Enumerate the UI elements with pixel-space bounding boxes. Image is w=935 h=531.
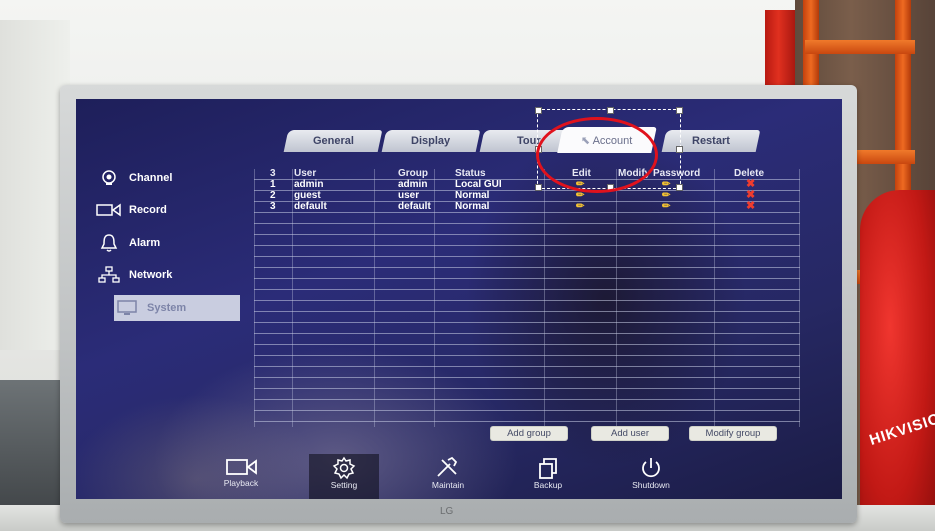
dock-item-playback[interactable]: Playback [206,454,276,499]
modify-password-pencil-icon[interactable]: ✏ [662,201,670,212]
sidebar-item-label: Network [129,269,173,281]
delete-x-icon[interactable]: ✖ [746,201,755,212]
account-table: 3 User Group Status Edit Modify Password… [254,168,800,437]
empty-row [254,290,800,301]
sidebar-item-alarm[interactable]: Alarm [96,230,246,256]
dock-label: Playback [223,478,259,488]
empty-row [254,312,800,323]
add-group-button[interactable]: Add group [491,427,567,440]
video-record-icon [96,203,122,217]
sidebar-item-record[interactable]: Record [96,197,246,223]
empty-row [254,257,800,268]
empty-row [254,224,800,235]
selection-handle[interactable] [676,184,683,191]
row-status: Normal [455,201,490,212]
highlight-ellipse [536,117,658,193]
row-number: 2 [270,190,276,201]
row-user: default [294,201,327,212]
empty-row [254,334,800,345]
table-header: 3 User Group Status Edit Modify Password… [254,168,800,180]
empty-row [254,301,800,312]
playback-camera-icon [226,459,257,475]
sidebar-item-channel[interactable]: Channel [96,165,246,191]
tab-label: Restart [692,135,730,147]
row-number: 1 [270,179,276,190]
selection-handle[interactable] [535,107,542,114]
dock-item-shutdown[interactable]: Shutdown [616,454,686,499]
tv-logo: LG [440,506,454,517]
backup-icon [539,458,557,479]
empty-row [254,279,800,290]
table-row[interactable]: 2 guest user Normal ✏ ✏ ✖ [254,190,800,202]
tab-label: General [312,135,354,147]
sidebar-item-network[interactable]: Network [96,262,246,288]
sidebar-item-system[interactable]: System [114,295,240,321]
dock-label: Shutdown [632,480,670,490]
ladder-rung [805,40,915,54]
monitor-icon [114,300,140,316]
dock-label: Setting [330,480,358,490]
empty-row [254,345,800,356]
column-header-status: Status [455,168,486,179]
row-user: guest [294,190,321,201]
sidebar-item-label: Record [129,204,167,216]
dvr-screen: Channel Record Alarm Network System Gene… [76,99,842,499]
tab-general[interactable]: General [283,130,383,152]
empty-row [254,389,800,400]
empty-row [254,323,800,334]
empty-row [254,400,800,411]
dock-label: Backup [533,480,563,490]
modify-group-button[interactable]: Modify group [690,427,776,440]
selection-handle[interactable] [676,146,683,153]
empty-row [254,367,800,378]
tab-display[interactable]: Display [381,130,481,152]
row-number: 3 [270,201,276,212]
bell-icon [96,233,122,253]
table-row[interactable]: 1 admin admin Local GUI ✏ ✏ ✖ [254,179,800,191]
row-group: user [398,190,420,201]
bottom-dock: Playback Setting Maintain Backup Shutdow… [206,454,726,499]
selection-handle[interactable] [676,107,683,114]
empty-row [254,411,800,422]
row-group: admin [398,179,428,190]
dock-item-maintain[interactable]: Maintain [413,454,483,499]
empty-row [254,356,800,367]
empty-row [254,235,800,246]
sidebar-item-label: Alarm [129,237,161,249]
selection-handle[interactable] [535,184,542,191]
selection-handle[interactable] [607,107,614,114]
row-user: admin [294,179,324,190]
empty-row [254,378,800,389]
camera-icon [96,169,122,187]
gear-icon [332,456,356,480]
power-icon [642,458,660,478]
modify-password-pencil-icon[interactable]: ✏ [662,190,670,201]
edit-pencil-icon[interactable]: ✏ [576,201,584,212]
column-header-group: Group [398,168,428,179]
sidebar-item-label: System [147,302,187,314]
empty-row [254,213,800,224]
dock-label: Maintain [431,480,465,490]
sidebar-item-label: Channel [129,172,173,184]
table-row[interactable]: 3 default default Normal ✏ ✏ ✖ [254,201,800,213]
row-status: Normal [455,190,490,201]
tools-icon [437,456,458,477]
empty-row [254,246,800,257]
red-bag [860,190,935,531]
empty-row [254,268,800,279]
user-count: 3 [270,168,276,179]
row-group: default [398,201,431,212]
tab-label: Display [411,135,451,147]
column-header-user: User [294,168,317,179]
dock-item-backup[interactable]: Backup [513,454,583,499]
dock-item-setting[interactable]: Setting [309,454,379,499]
add-user-button[interactable]: Add user [592,427,668,440]
network-icon [96,266,122,284]
row-status: Local GUI [455,179,502,190]
